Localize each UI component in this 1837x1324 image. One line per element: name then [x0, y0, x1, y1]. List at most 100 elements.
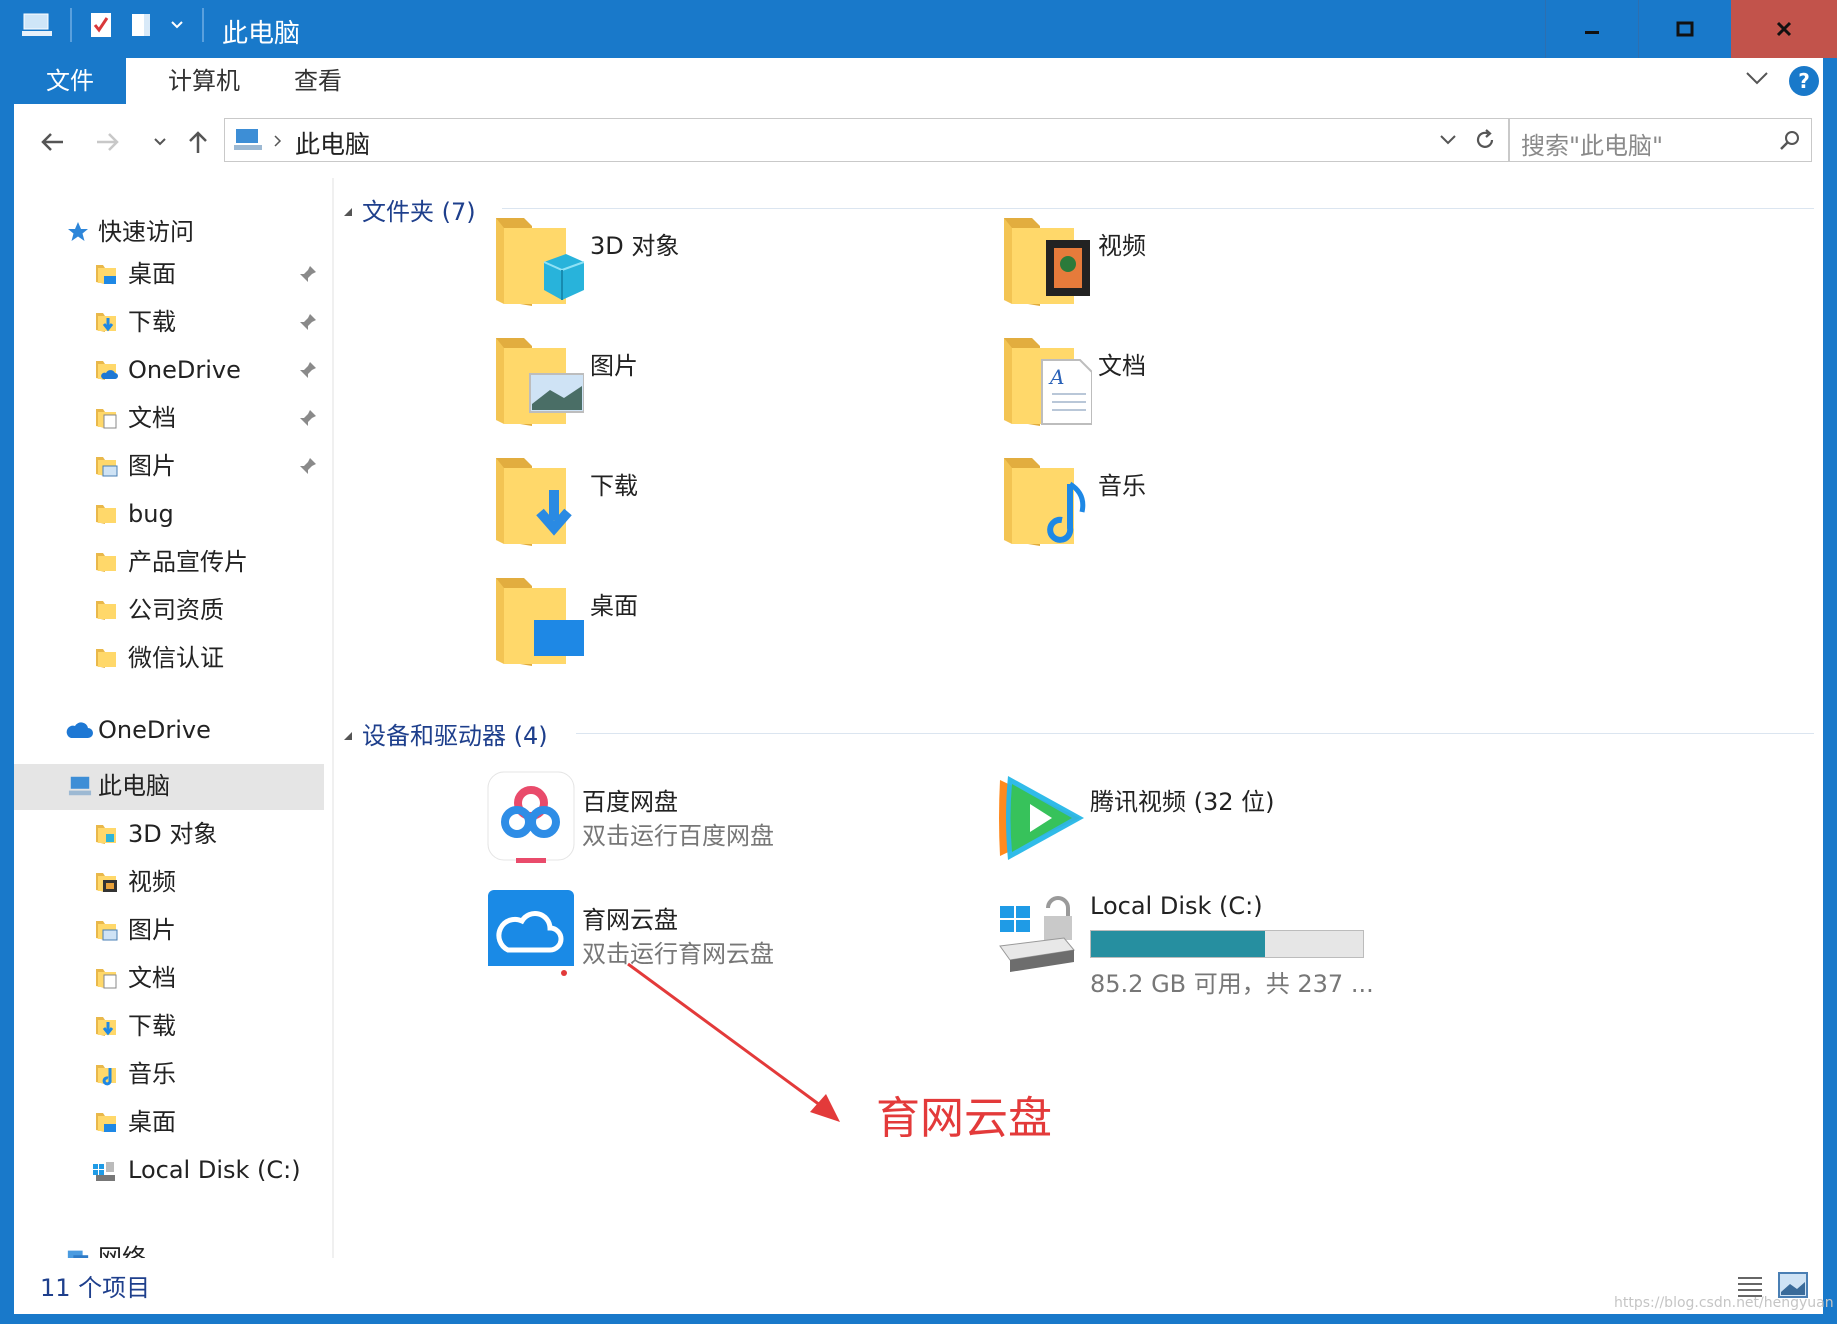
devices-header[interactable]: 设备和驱动器 (4): [362, 716, 548, 751]
minimize-icon: [1585, 31, 1599, 34]
tab-view[interactable]: 查看: [272, 58, 364, 104]
folder-name: 桌面: [590, 592, 638, 620]
nav-this-pc-item[interactable]: 3D 对象: [14, 812, 324, 856]
nav-item-label: 音乐: [128, 1060, 176, 1088]
nav-quick-item[interactable]: 图片: [14, 444, 324, 488]
nav-quick-item[interactable]: 产品宣传片: [14, 540, 324, 584]
quick-access-toolbar: [22, 8, 204, 42]
device-tencent-video[interactable]: 腾讯视频 (32 位): [994, 770, 1414, 880]
folder-icon: [96, 409, 117, 429]
folder-tile[interactable]: A 文档: [1002, 334, 1422, 444]
nav-onedrive[interactable]: OneDrive: [14, 708, 324, 752]
back-button[interactable]: [34, 124, 70, 160]
minimize-button[interactable]: [1545, 0, 1638, 58]
arrow-up-icon: [189, 131, 207, 153]
recent-locations-button[interactable]: [142, 124, 178, 160]
folder-tile[interactable]: 桌面: [494, 574, 914, 684]
nav-this-pc-item[interactable]: 视频: [14, 860, 324, 904]
nav-item-label: 桌面: [128, 260, 176, 288]
folder-tile[interactable]: 视频: [1002, 214, 1422, 324]
expand-ribbon-icon[interactable]: [1744, 68, 1770, 88]
refresh-icon[interactable]: [1473, 128, 1497, 152]
properties-icon[interactable]: [90, 12, 112, 38]
nav-this-pc-item[interactable]: 下载: [14, 1004, 324, 1048]
baidu-netdisk-icon: [487, 771, 575, 863]
pin-icon[interactable]: [298, 360, 318, 380]
folder-icon: [96, 969, 117, 989]
item-count: 11 个项目: [40, 1274, 151, 1302]
watermark: https://blog.csdn.net/hengyuan: [1614, 1295, 1834, 1311]
folder-tile[interactable]: 3D 对象: [494, 214, 914, 324]
chevron-down-icon[interactable]: [1439, 133, 1457, 147]
nav-item-label: 3D 对象: [128, 820, 218, 848]
folder-name: 3D 对象: [590, 232, 680, 260]
search-icon[interactable]: [1779, 129, 1801, 151]
arrow-left-icon: [41, 133, 63, 151]
maximize-button[interactable]: [1638, 0, 1731, 58]
nav-item-label: 图片: [128, 916, 176, 944]
nav-quick-item[interactable]: OneDrive: [14, 348, 324, 392]
folder-tile[interactable]: 图片: [494, 334, 914, 444]
nav-quick-access[interactable]: 快速访问: [14, 210, 324, 254]
folder-icon: [96, 265, 116, 284]
help-button[interactable]: ?: [1789, 66, 1819, 96]
nav-quick-item[interactable]: 下载: [14, 300, 324, 344]
nav-quick-item[interactable]: 公司资质: [14, 588, 324, 632]
nav-this-pc-item[interactable]: 文档: [14, 956, 324, 1000]
star-icon: [68, 222, 88, 241]
nav-item-label: 视频: [128, 868, 176, 896]
folder-name: 文档: [1098, 352, 1146, 380]
local-disk-icon: [999, 896, 1075, 972]
pin-icon[interactable]: [298, 312, 318, 332]
device-local-disk-c[interactable]: Local Disk (C:) 85.2 GB 可用，共 237 ...: [994, 880, 1414, 998]
address-bar[interactable]: 此电脑: [224, 118, 1510, 162]
folder-icon: [96, 921, 118, 941]
local-disk-icon: [93, 1162, 115, 1181]
nav-this-pc[interactable]: 此电脑: [14, 764, 324, 810]
folder-large-icon: [496, 458, 572, 546]
nav-this-pc-item[interactable]: 音乐: [14, 1052, 324, 1096]
up-button[interactable]: [180, 124, 216, 160]
tab-computer[interactable]: 计算机: [149, 58, 259, 104]
folder-large-icon: A: [1004, 338, 1092, 426]
folder-tile[interactable]: 下载: [494, 454, 914, 564]
ribbon-tabs: 文件 计算机 查看 ?: [14, 58, 1823, 109]
nav-item-label: 桌面: [128, 1108, 176, 1136]
folder-tile[interactable]: 音乐: [1002, 454, 1422, 564]
nav-this-pc-item[interactable]: Local Disk (C:): [14, 1148, 324, 1192]
nav-this-pc-item[interactable]: 桌面: [14, 1100, 324, 1144]
collapse-triangle-icon[interactable]: [342, 206, 354, 218]
folder-icon: [96, 457, 118, 477]
folders-header[interactable]: 文件夹 (7): [362, 192, 476, 227]
nav-item-label: 下载: [128, 1012, 176, 1040]
folder-large-icon: [496, 338, 584, 426]
nav-this-pc-item[interactable]: 图片: [14, 908, 324, 952]
nav-quick-item[interactable]: bug: [14, 492, 324, 536]
nav-item-label: OneDrive: [128, 356, 241, 384]
nav-quick-item[interactable]: 文档: [14, 396, 324, 440]
pin-icon[interactable]: [298, 456, 318, 476]
folder-icon: [96, 601, 116, 620]
chevron-down-icon: [154, 138, 166, 146]
chevron-right-icon: [274, 135, 282, 147]
device-description: 双击运行百度网盘: [582, 822, 774, 850]
forward-button[interactable]: [90, 124, 126, 160]
new-folder-icon[interactable]: [130, 12, 152, 38]
pin-icon[interactable]: [298, 408, 318, 428]
collapse-triangle-icon[interactable]: [342, 730, 354, 742]
device-baidu-netdisk[interactable]: 百度网盘 双击运行百度网盘: [486, 770, 906, 880]
computer-icon: [22, 13, 52, 36]
nav-quick-item[interactable]: 桌面: [14, 252, 324, 296]
folder-icon: [96, 1017, 116, 1036]
search-box[interactable]: 搜索"此电脑": [1508, 118, 1812, 162]
pin-icon[interactable]: [298, 264, 318, 284]
disk-usage-bar: [1090, 930, 1364, 958]
chevron-down-icon[interactable]: [170, 20, 184, 30]
close-button[interactable]: [1731, 0, 1837, 58]
nav-quick-item[interactable]: 微信认证: [14, 636, 324, 680]
folder-icon: [96, 1065, 116, 1086]
folder-icon: [96, 649, 116, 668]
separator: [202, 8, 204, 42]
tab-file[interactable]: 文件: [14, 58, 126, 104]
folder-icon: [96, 825, 116, 844]
